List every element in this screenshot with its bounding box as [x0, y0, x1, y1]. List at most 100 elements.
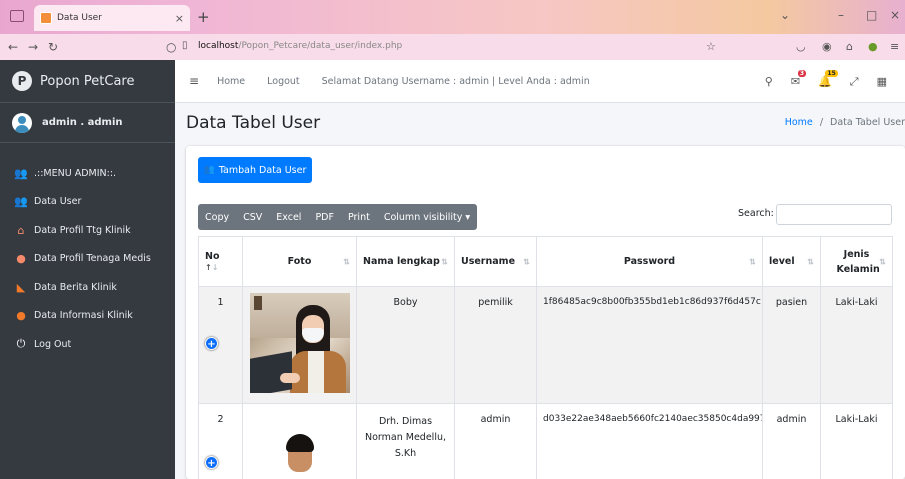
minimize-icon[interactable]: – — [838, 8, 844, 22]
sidebar-item-logout[interactable]: ⏻ Log Out — [0, 330, 175, 359]
home-icon: ⌂ — [17, 223, 25, 237]
users-cog-icon: 👥 — [14, 166, 28, 180]
column-header-password[interactable]: Password ⇅ — [536, 236, 763, 287]
csv-button[interactable]: CSV — [236, 212, 269, 223]
grid-icon[interactable]: ▦ — [877, 75, 887, 88]
forward-icon[interactable]: → — [28, 40, 38, 54]
copy-button[interactable]: Copy — [198, 212, 236, 223]
user-table: No ↑↓ Foto ⇅ Nama lengkap ⇅ Username ⇅ Pass… — [198, 236, 893, 479]
sort-icon: ⇅ — [749, 257, 756, 266]
column-visibility-button[interactable]: Column visibility ▾ — [377, 212, 477, 223]
export-button-group: Copy CSV Excel PDF Print Column visibili… — [198, 204, 478, 230]
hamburger-icon[interactable]: ≡ — [189, 74, 199, 88]
table-row[interactable]: 1 + Boby pemilik 1f86485ac9c8b00fb355bd1… — [198, 286, 893, 404]
cell-level: pasien — [762, 286, 821, 404]
extensions-icon[interactable]: ⌂ — [846, 40, 853, 53]
content-header: Data Tabel User Home / Data Tabel User — [175, 103, 905, 143]
pocket-icon[interactable]: ◡ — [796, 40, 806, 53]
address-bar: ← → ↻ ○ ▯ localhost/Popon_Petcare/data_u… — [0, 34, 905, 60]
sort-icon: ⇅ — [879, 257, 886, 266]
notifications-badge: 15 — [825, 70, 838, 77]
search-input[interactable] — [776, 204, 892, 225]
search-icon[interactable]: ⚲ — [765, 75, 773, 88]
nav-home-link[interactable]: Home — [217, 76, 245, 87]
messages-icon[interactable]: ✉ 3 — [791, 70, 807, 88]
excel-button[interactable]: Excel — [269, 212, 308, 223]
pdf-button[interactable]: PDF — [308, 212, 341, 223]
page-title: Data Tabel User — [186, 113, 321, 133]
cell-username: pemilik — [454, 286, 537, 404]
breadcrumb: Home / Data Tabel User — [785, 117, 905, 128]
expand-row-icon[interactable]: + — [205, 456, 218, 469]
cell-no: 2 + — [198, 403, 243, 479]
account-icon[interactable]: ◉ — [822, 40, 832, 53]
sidebar-item-data-berita[interactable]: ◣ Data Berita Klinik — [0, 273, 175, 302]
favicon-icon — [40, 12, 52, 24]
expand-row-icon[interactable]: + — [205, 337, 218, 350]
cell-nama: Drh. Dimas Norman Medellu, S.Kh — [356, 403, 455, 479]
brand-link[interactable]: P Popon PetCare — [0, 60, 175, 103]
tab-close-icon[interactable]: × — [175, 12, 184, 25]
breadcrumb-home[interactable]: Home — [785, 117, 813, 128]
sidebar-item-data-profil-medis[interactable]: ● Data Profil Tenaga Medis — [0, 245, 175, 274]
shield-icon[interactable]: ○ — [166, 40, 176, 54]
add-user-button[interactable]: 👥 Tambah Data User — [198, 157, 312, 183]
cell-foto — [242, 403, 357, 479]
users-icon: 👥 — [14, 195, 28, 209]
column-header-nama[interactable]: Nama lengkap ⇅ — [356, 236, 455, 287]
top-navbar: ≡ Home Logout Selamat Datang Username : … — [175, 60, 905, 103]
nav-logout-link[interactable]: Logout — [267, 76, 300, 87]
breadcrumb-current: Data Tabel User — [830, 117, 905, 128]
back-icon[interactable]: ← — [8, 40, 18, 54]
search-label: Search: — [738, 208, 774, 219]
power-icon: ⏻ — [16, 337, 26, 351]
sort-icon: ⇅ — [343, 257, 350, 266]
sidebar-item-data-user[interactable]: 👥 Data User — [0, 188, 175, 217]
cell-nama: Boby — [356, 286, 455, 404]
tab-list-icon[interactable]: ⌄ — [780, 8, 790, 22]
rss-icon: ◣ — [16, 280, 26, 294]
window-icon — [10, 10, 24, 22]
column-header-username[interactable]: Username ⇅ — [454, 236, 537, 287]
user-panel[interactable]: admin . admin — [0, 103, 175, 143]
sort-icon: ⇅ — [523, 257, 530, 266]
maximize-icon[interactable]: □ — [866, 8, 877, 22]
sidebar-item-menu-admin: 👥 .::MENU ADMIN::. — [0, 159, 175, 188]
column-header-no[interactable]: No ↑↓ — [198, 236, 243, 287]
reload-icon[interactable]: ↻ — [48, 40, 58, 54]
info-circle-icon: ● — [16, 309, 26, 323]
bell-icon[interactable]: 🔔 15 — [818, 70, 838, 88]
column-header-level[interactable]: level ⇅ — [762, 236, 821, 287]
browser-tab[interactable]: Data User × — [34, 5, 190, 31]
sort-icon: ⇅ — [807, 257, 814, 266]
sidebar: P Popon PetCare admin . admin 👥 .::MENU A… — [0, 60, 175, 479]
app-menu-icon[interactable]: ≡ — [890, 40, 899, 53]
users-plus-icon: 👥 — [203, 165, 215, 175]
column-header-jenis-kelamin[interactable]: Jenis Kelamin ⇅ — [820, 236, 893, 287]
sidebar-item-data-profil-klinik[interactable]: ⌂ Data Profil Ttg Klinik — [0, 216, 175, 245]
window-close-icon[interactable]: × — [890, 8, 900, 22]
cell-foto — [242, 286, 357, 404]
sidebar-username: admin . admin — [42, 117, 123, 128]
table-header-row: No ↑↓ Foto ⇅ Nama lengkap ⇅ Username ⇅ Pass… — [198, 236, 893, 287]
tab-title: Data User — [57, 13, 102, 23]
cell-jenis-kelamin: Laki-Laki — [820, 403, 893, 479]
new-tab-icon[interactable]: + — [197, 8, 210, 26]
cell-level: admin — [762, 403, 821, 479]
sort-icon: ⇅ — [441, 257, 448, 266]
fullscreen-icon[interactable]: ⤢ — [850, 75, 859, 89]
browser-tab-bar: Data User × + ⌄ – □ × — [0, 0, 905, 34]
addon-icon[interactable]: ● — [868, 40, 878, 53]
table-row[interactable]: 2 + Drh. Dimas Norman Medellu, S.Kh admi… — [198, 403, 893, 479]
print-button[interactable]: Print — [341, 212, 377, 223]
column-header-foto[interactable]: Foto ⇅ — [242, 236, 357, 287]
messages-badge: 3 — [797, 70, 807, 77]
url-field[interactable]: localhost/Popon_Petcare/data_user/index.… — [198, 41, 402, 51]
user-photo — [270, 434, 330, 474]
brand-name: Popon PetCare — [40, 73, 135, 89]
nav-welcome-text: Selamat Datang Username : admin | Level … — [321, 75, 590, 87]
cell-no: 1 + — [198, 286, 243, 404]
brand-logo-icon: P — [12, 71, 32, 91]
bookmark-star-icon[interactable]: ☆ — [706, 40, 716, 53]
sidebar-item-data-informasi[interactable]: ● Data Informasi Klinik — [0, 302, 175, 331]
